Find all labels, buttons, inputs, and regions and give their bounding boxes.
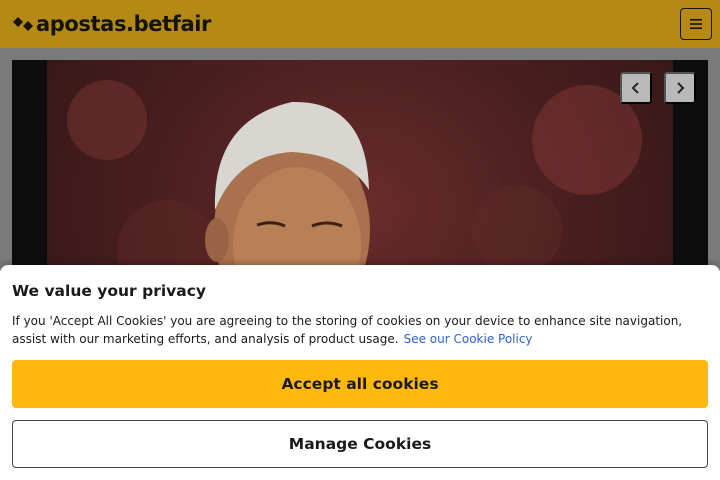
site-header: apostas.betfair <box>0 0 720 48</box>
chevron-left-icon <box>631 82 639 94</box>
hamburger-menu-icon <box>690 19 702 29</box>
menu-button[interactable] <box>680 8 712 40</box>
consent-description: If you 'Accept All Cookies' you are agre… <box>12 312 702 348</box>
cookie-consent-banner: We value your privacy If you 'Accept All… <box>0 265 720 480</box>
cookie-policy-link[interactable]: See our Cookie Policy <box>404 332 533 346</box>
manage-cookies-button[interactable]: Manage Cookies <box>12 420 708 468</box>
carousel-next-button[interactable] <box>664 72 696 104</box>
consent-title: We value your privacy <box>12 282 207 300</box>
carousel-prev-button[interactable] <box>620 72 652 104</box>
accept-all-cookies-button[interactable]: Accept all cookies <box>12 360 708 408</box>
consent-body-text: If you 'Accept All Cookies' you are agre… <box>12 314 683 346</box>
betfair-logo[interactable]: apostas.betfair <box>12 11 211 36</box>
logo-text: apostas.betfair <box>36 11 211 36</box>
chevron-right-icon <box>677 82 685 94</box>
betfair-diamond-arrows-icon <box>13 17 33 31</box>
